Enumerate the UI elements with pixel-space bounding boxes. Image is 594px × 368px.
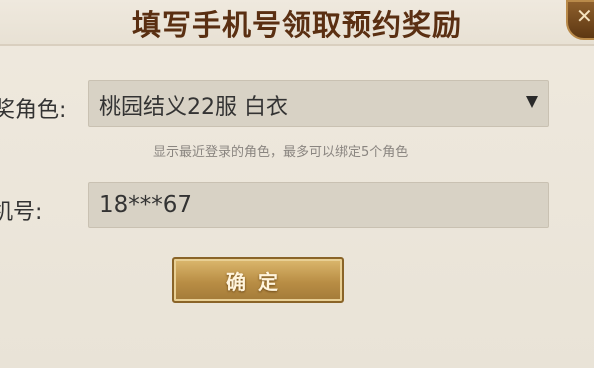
- phone-input[interactable]: 18***67: [88, 182, 549, 228]
- role-label: 奖角色:: [0, 98, 67, 123]
- dropdown-arrow-icon[interactable]: [526, 96, 538, 108]
- dialog-header: 填写手机号领取预约奖励: [0, 0, 594, 46]
- role-hint: 显示最近登录的角色，最多可以绑定5个角色: [153, 145, 409, 160]
- confirm-button[interactable]: 确定: [172, 257, 344, 303]
- dialog-title: 填写手机号领取预约奖励: [131, 8, 462, 42]
- close-icon: ✕: [576, 4, 593, 28]
- role-selected-value: 桃园结义22服 白衣: [99, 95, 288, 120]
- phone-label: 机号:: [0, 200, 43, 225]
- phone-value: 18***67: [99, 192, 193, 218]
- close-button[interactable]: ✕: [566, 0, 594, 40]
- confirm-button-label: 确定: [226, 270, 290, 294]
- dialog-panel: 填写手机号领取预约奖励 ✕ 奖角色: 桃园结义22服 白衣 显示最近登录的角色，…: [0, 0, 594, 368]
- role-select[interactable]: 桃园结义22服 白衣: [88, 80, 549, 127]
